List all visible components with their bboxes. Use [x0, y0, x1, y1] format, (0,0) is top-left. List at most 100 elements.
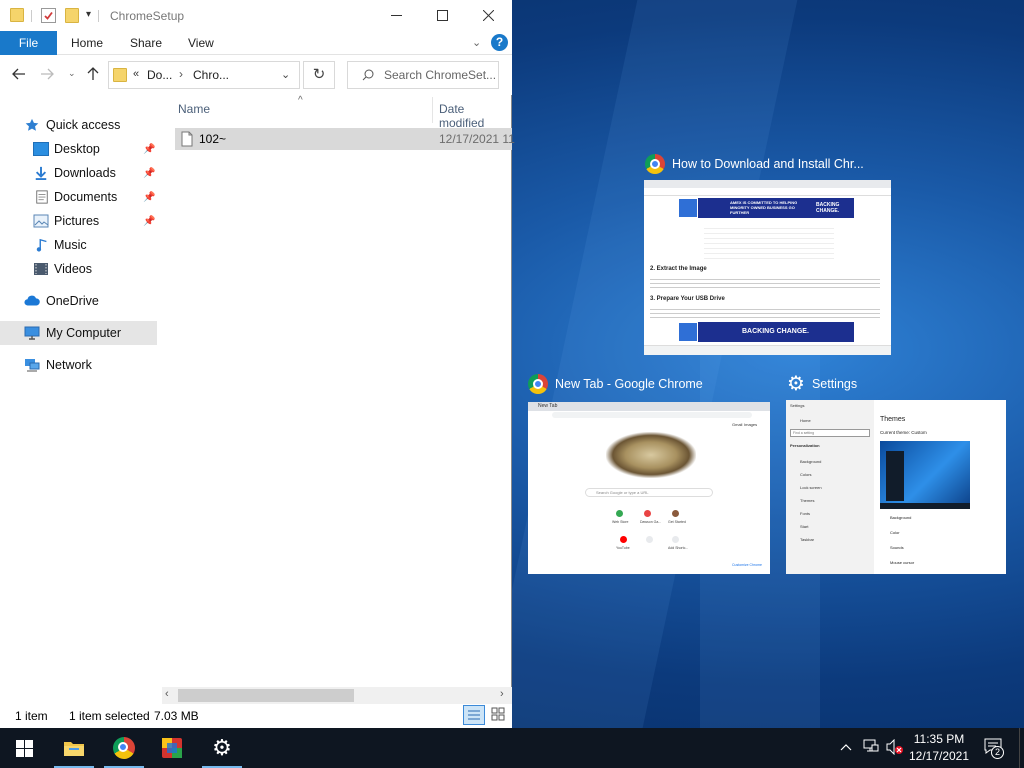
customize-toolbar-icon[interactable]: ▾: [86, 9, 91, 20]
window-title-text: New Tab - Google Chrome: [555, 377, 703, 391]
computer-icon: [24, 326, 40, 340]
scroll-right-icon[interactable]: ›: [500, 688, 504, 700]
shortcut-icon: [672, 510, 679, 517]
nav-label: OneDrive: [46, 294, 99, 308]
theme-option: Mouse cursor: [890, 560, 915, 565]
search-box[interactable]: [347, 61, 499, 89]
window-title-text: Settings: [811, 377, 858, 391]
column-name[interactable]: Name: [178, 102, 210, 116]
settings-current-theme: Current theme: Custom: [880, 430, 927, 435]
network-icon[interactable]: [863, 739, 879, 756]
tab-home[interactable]: Home: [71, 31, 103, 55]
thumbnail-settings[interactable]: Settings Home Find a setting Personaliza…: [786, 400, 1006, 574]
nav-videos[interactable]: Videos: [0, 257, 157, 281]
taskbar-file-explorer[interactable]: [50, 728, 98, 768]
settings-home: Home: [800, 418, 811, 423]
nav-label: Documents: [54, 190, 118, 204]
screenshot-image: [704, 224, 834, 262]
clock[interactable]: 11:35 PM 12/17/2021: [908, 732, 970, 763]
recent-locations-icon[interactable]: ⌄: [68, 68, 76, 79]
address-bar[interactable]: « Do... › Chro... ⌄: [108, 61, 300, 89]
nav-downloads[interactable]: Downloads 📌: [0, 161, 157, 185]
nav-quick-access[interactable]: Quick access: [0, 113, 157, 137]
show-desktop-button[interactable]: [1019, 728, 1024, 768]
add-shortcut-icon: [672, 536, 679, 543]
forward-arrow-icon[interactable]: [40, 67, 54, 83]
nav-pictures[interactable]: Pictures 📌: [0, 209, 157, 233]
action-center-button[interactable]: 2: [984, 738, 1006, 759]
youtube-icon: [620, 536, 627, 543]
theme-option: Background: [890, 515, 912, 520]
address-dropdown-icon[interactable]: ⌄: [281, 68, 290, 81]
overflow-chevron-icon[interactable]: «: [133, 68, 139, 80]
large-icons-view-button[interactable]: [488, 705, 510, 725]
back-arrow-icon[interactable]: [12, 67, 26, 83]
sort-ascending-icon: ^: [298, 95, 303, 106]
window-title-chrome-article[interactable]: How to Download and Install Chr...: [645, 154, 864, 174]
settings-nav-item: Themes: [800, 498, 815, 503]
show-hidden-icons-chevron-icon[interactable]: [840, 740, 852, 754]
pictures-icon: [33, 214, 49, 228]
file-list: ^ Name Date modified 102~ 12/17/2021 11: [160, 95, 515, 700]
taskbar: ⚙ 11:35 PM 12/17/2021 2: [0, 728, 1024, 768]
nav-my-computer[interactable]: My Computer: [0, 321, 157, 345]
ad-text: BACKING CHANGE.: [742, 328, 809, 335]
refresh-button[interactable]: ↻: [303, 61, 335, 89]
settings-nav-item: Start: [800, 524, 809, 529]
taskbar-app[interactable]: [148, 728, 196, 768]
maximize-button[interactable]: [419, 0, 465, 31]
music-note-icon: [36, 238, 47, 252]
start-button[interactable]: [0, 728, 48, 768]
taskbar-settings[interactable]: ⚙: [198, 728, 246, 768]
breadcrumb-item[interactable]: Chro...: [193, 68, 229, 82]
help-icon[interactable]: ?: [491, 34, 508, 51]
chrome-icon: [528, 374, 548, 394]
column-date-modified[interactable]: Date modified: [439, 102, 512, 130]
images-link: Images: [744, 422, 758, 427]
nav-network[interactable]: Network: [0, 353, 157, 377]
star-icon: [25, 118, 39, 131]
settings-nav-item: Taskbar: [800, 537, 815, 542]
file-date: 12/17/2021 11: [439, 132, 515, 146]
shortcut-icon: [616, 510, 623, 517]
thumbnail-new-tab[interactable]: New Tab Gmail Images Search Google or ty…: [528, 402, 770, 574]
divider: [31, 10, 32, 22]
close-button[interactable]: [465, 0, 511, 31]
column-divider[interactable]: [432, 97, 433, 123]
new-folder-icon[interactable]: [65, 8, 79, 23]
taskbar-chrome[interactable]: [100, 728, 148, 768]
article-text: [650, 306, 880, 320]
horizontal-scrollbar[interactable]: ‹ ›: [162, 687, 512, 704]
up-arrow-icon[interactable]: [87, 67, 99, 84]
minimize-button[interactable]: [373, 0, 419, 31]
nav-documents[interactable]: Documents 📌: [0, 185, 157, 209]
window-title-new-tab[interactable]: New Tab - Google Chrome: [528, 374, 703, 394]
nav-label: Videos: [54, 262, 92, 276]
nav-music[interactable]: Music: [0, 233, 157, 257]
window-title-settings[interactable]: ⚙ Settings: [787, 374, 857, 394]
nav-onedrive[interactable]: OneDrive: [0, 289, 157, 313]
nav-label: Network: [46, 358, 92, 372]
scrollbar-thumb[interactable]: [178, 689, 354, 702]
details-view-button[interactable]: [463, 705, 485, 725]
breadcrumb-item[interactable]: Do...: [147, 68, 172, 82]
tab-view[interactable]: View: [188, 31, 214, 55]
search-input[interactable]: [384, 67, 496, 83]
ad-text: AMEX IS COMMITTED TO HELPING MINORITY OW…: [730, 200, 798, 215]
expand-ribbon-icon[interactable]: ⌄: [472, 36, 481, 49]
table-row[interactable]: 102~ 12/17/2021 11: [175, 128, 515, 150]
thumbnail-chrome-article[interactable]: AMEX IS COMMITTED TO HELPING MINORITY OW…: [644, 180, 891, 355]
volume-muted-icon[interactable]: [886, 738, 904, 758]
settings-nav-item: Fonts: [800, 511, 811, 516]
breadcrumb-separator-icon[interactable]: ›: [179, 67, 183, 81]
nav-desktop[interactable]: Desktop 📌: [0, 137, 157, 161]
properties-icon[interactable]: [41, 8, 56, 23]
settings-section: Personalization: [790, 443, 820, 448]
tab-share[interactable]: Share: [130, 31, 162, 55]
desktop-icon: [33, 142, 49, 156]
tab-file[interactable]: File: [0, 31, 57, 55]
preview-taskbar: [880, 503, 970, 509]
scroll-left-icon[interactable]: ‹: [165, 688, 169, 700]
network-icon: [25, 359, 40, 372]
shortcut-label: Add Shortc...: [668, 546, 689, 550]
